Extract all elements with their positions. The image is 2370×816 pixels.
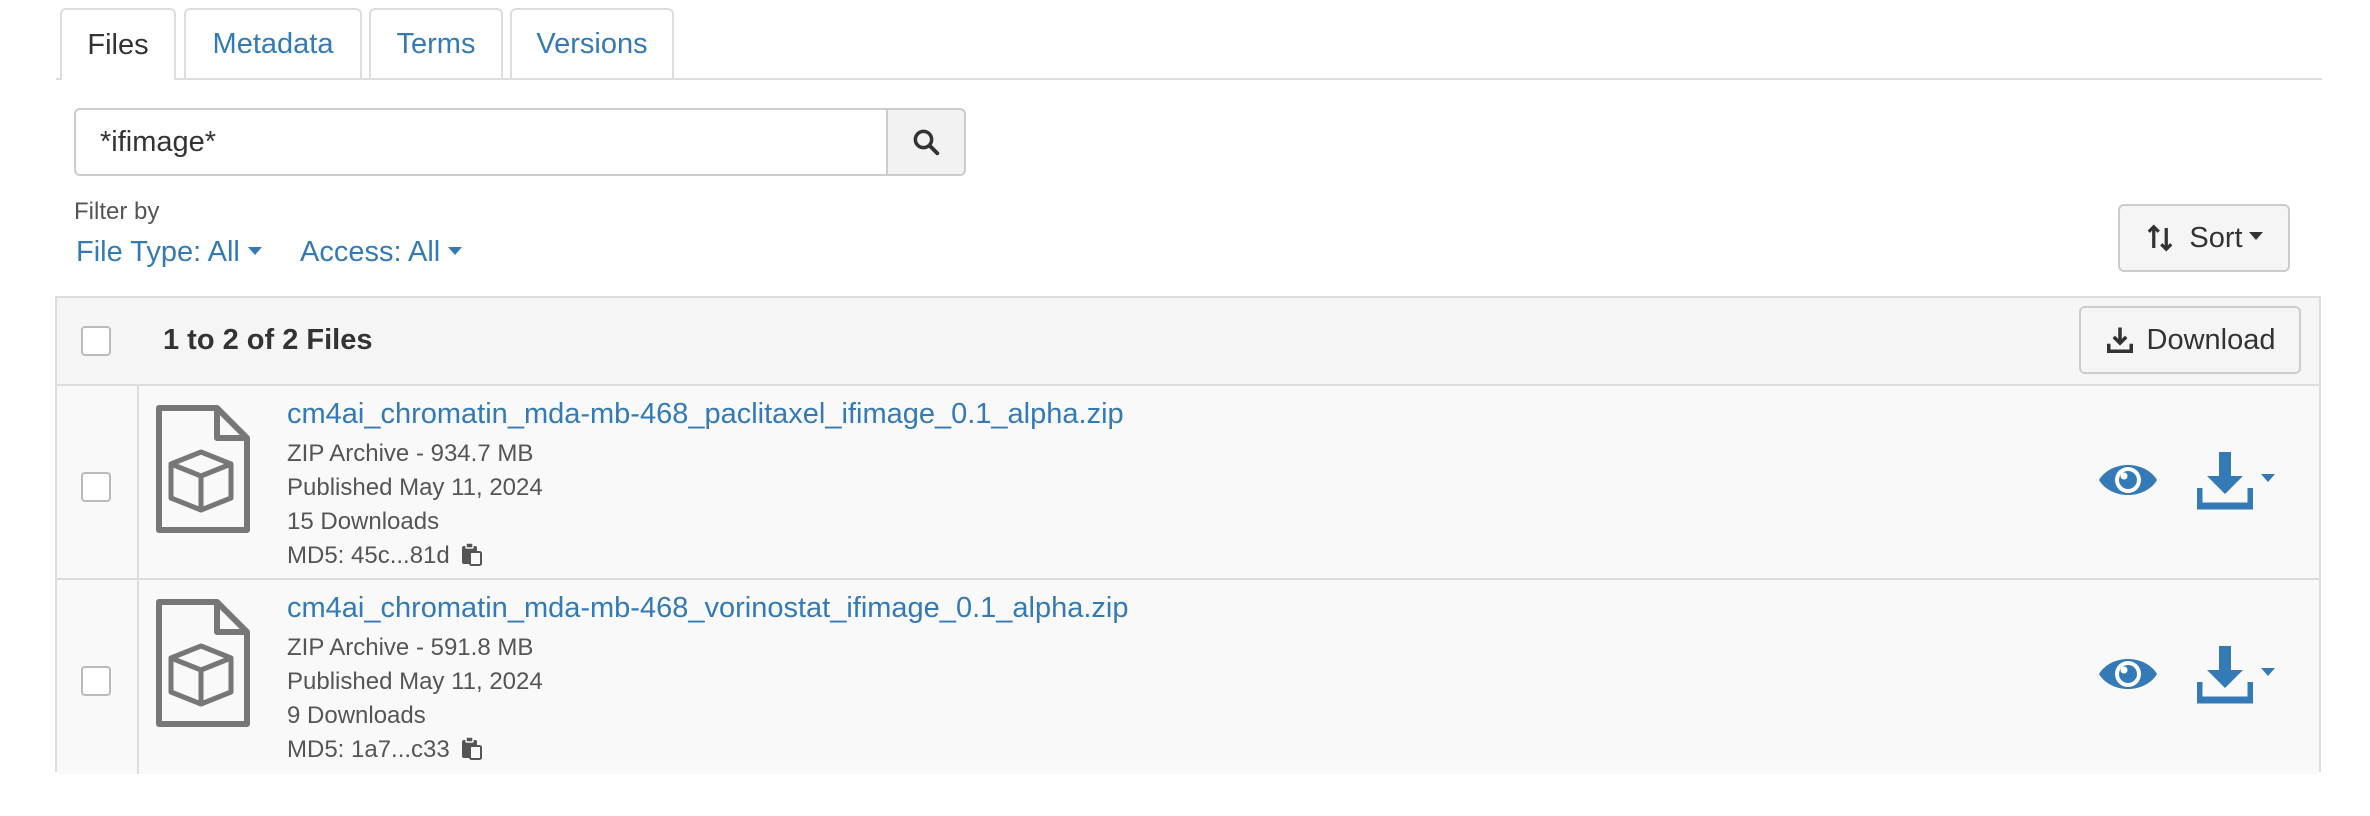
- file-count-label: 1 to 2 of 2 Files: [163, 324, 373, 356]
- file-download-count: 9 Downloads: [287, 702, 426, 729]
- sort-icon: [2148, 224, 2173, 252]
- chevron-down-icon: [2261, 668, 2275, 676]
- chevron-down-icon: [247, 247, 262, 256]
- tab-terms[interactable]: Terms: [369, 8, 503, 78]
- file-download-count: 15 Downloads: [287, 508, 440, 535]
- file-name-link[interactable]: cm4ai_chromatin_mda-mb-468_vorinostat_if…: [287, 592, 1128, 625]
- file-select-checkbox[interactable]: [81, 666, 111, 696]
- zip-file-icon: [156, 599, 250, 727]
- file-type-size: ZIP Archive - 934.7 MB: [287, 440, 534, 467]
- tab-metadata[interactable]: Metadata: [184, 8, 362, 78]
- filter-by-label: Filter by: [74, 198, 160, 225]
- sort-button[interactable]: Sort: [2118, 204, 2290, 272]
- clipboard-icon[interactable]: [460, 735, 482, 760]
- tab-bar: Files Metadata Terms Versions: [56, 8, 2322, 80]
- select-all-checkbox[interactable]: [81, 326, 111, 356]
- table-header: 1 to 2 of 2 Files Download: [57, 298, 2319, 386]
- file-name-link[interactable]: cm4ai_chromatin_mda-mb-468_paclitaxel_if…: [287, 398, 1124, 431]
- file-md5-label: MD5: 45c...81d: [287, 542, 450, 569]
- table-row: cm4ai_chromatin_mda-mb-468_vorinostat_if…: [57, 580, 2319, 774]
- files-table: 1 to 2 of 2 Files Download cm4ai_chromat…: [55, 296, 2321, 774]
- search-icon: [913, 129, 940, 156]
- table-row: cm4ai_chromatin_mda-mb-468_paclitaxel_if…: [57, 386, 2319, 580]
- file-type-filter-label: File Type: All: [76, 236, 240, 268]
- file-md5: MD5: 45c...81d: [287, 541, 482, 570]
- file-md5-label: MD5: 1a7...c33: [287, 736, 450, 763]
- chevron-down-icon: [448, 247, 463, 256]
- chevron-down-icon: [2248, 232, 2263, 240]
- eye-icon[interactable]: [2097, 648, 2159, 700]
- file-published-date: Published May 11, 2024: [287, 668, 543, 695]
- file-type-filter[interactable]: File Type: All: [76, 236, 262, 269]
- download-icon: [2106, 327, 2133, 353]
- file-md5: MD5: 1a7...c33: [287, 735, 482, 764]
- file-published-date: Published May 11, 2024: [287, 474, 543, 501]
- file-download-dropdown[interactable]: [2197, 644, 2275, 704]
- search-button[interactable]: [886, 108, 966, 176]
- tab-versions[interactable]: Versions: [510, 8, 674, 78]
- zip-file-icon: [156, 405, 250, 533]
- file-select-checkbox[interactable]: [81, 472, 111, 502]
- download-icon: [2197, 452, 2253, 510]
- chevron-down-icon: [2261, 474, 2275, 482]
- sort-label: Sort: [2189, 221, 2243, 254]
- clipboard-icon[interactable]: [460, 541, 482, 566]
- download-all-label: Download: [2146, 323, 2276, 356]
- row-divider: [137, 386, 139, 578]
- download-icon: [2197, 646, 2253, 704]
- access-filter-label: Access: All: [300, 236, 441, 268]
- eye-icon[interactable]: [2097, 454, 2159, 506]
- tab-files[interactable]: Files: [60, 8, 176, 80]
- access-filter[interactable]: Access: All: [300, 236, 463, 269]
- download-all-button[interactable]: Download: [2079, 306, 2301, 374]
- file-download-dropdown[interactable]: [2197, 450, 2275, 510]
- row-divider: [137, 580, 139, 774]
- search-input[interactable]: [74, 108, 888, 176]
- file-type-size: ZIP Archive - 591.8 MB: [287, 634, 534, 661]
